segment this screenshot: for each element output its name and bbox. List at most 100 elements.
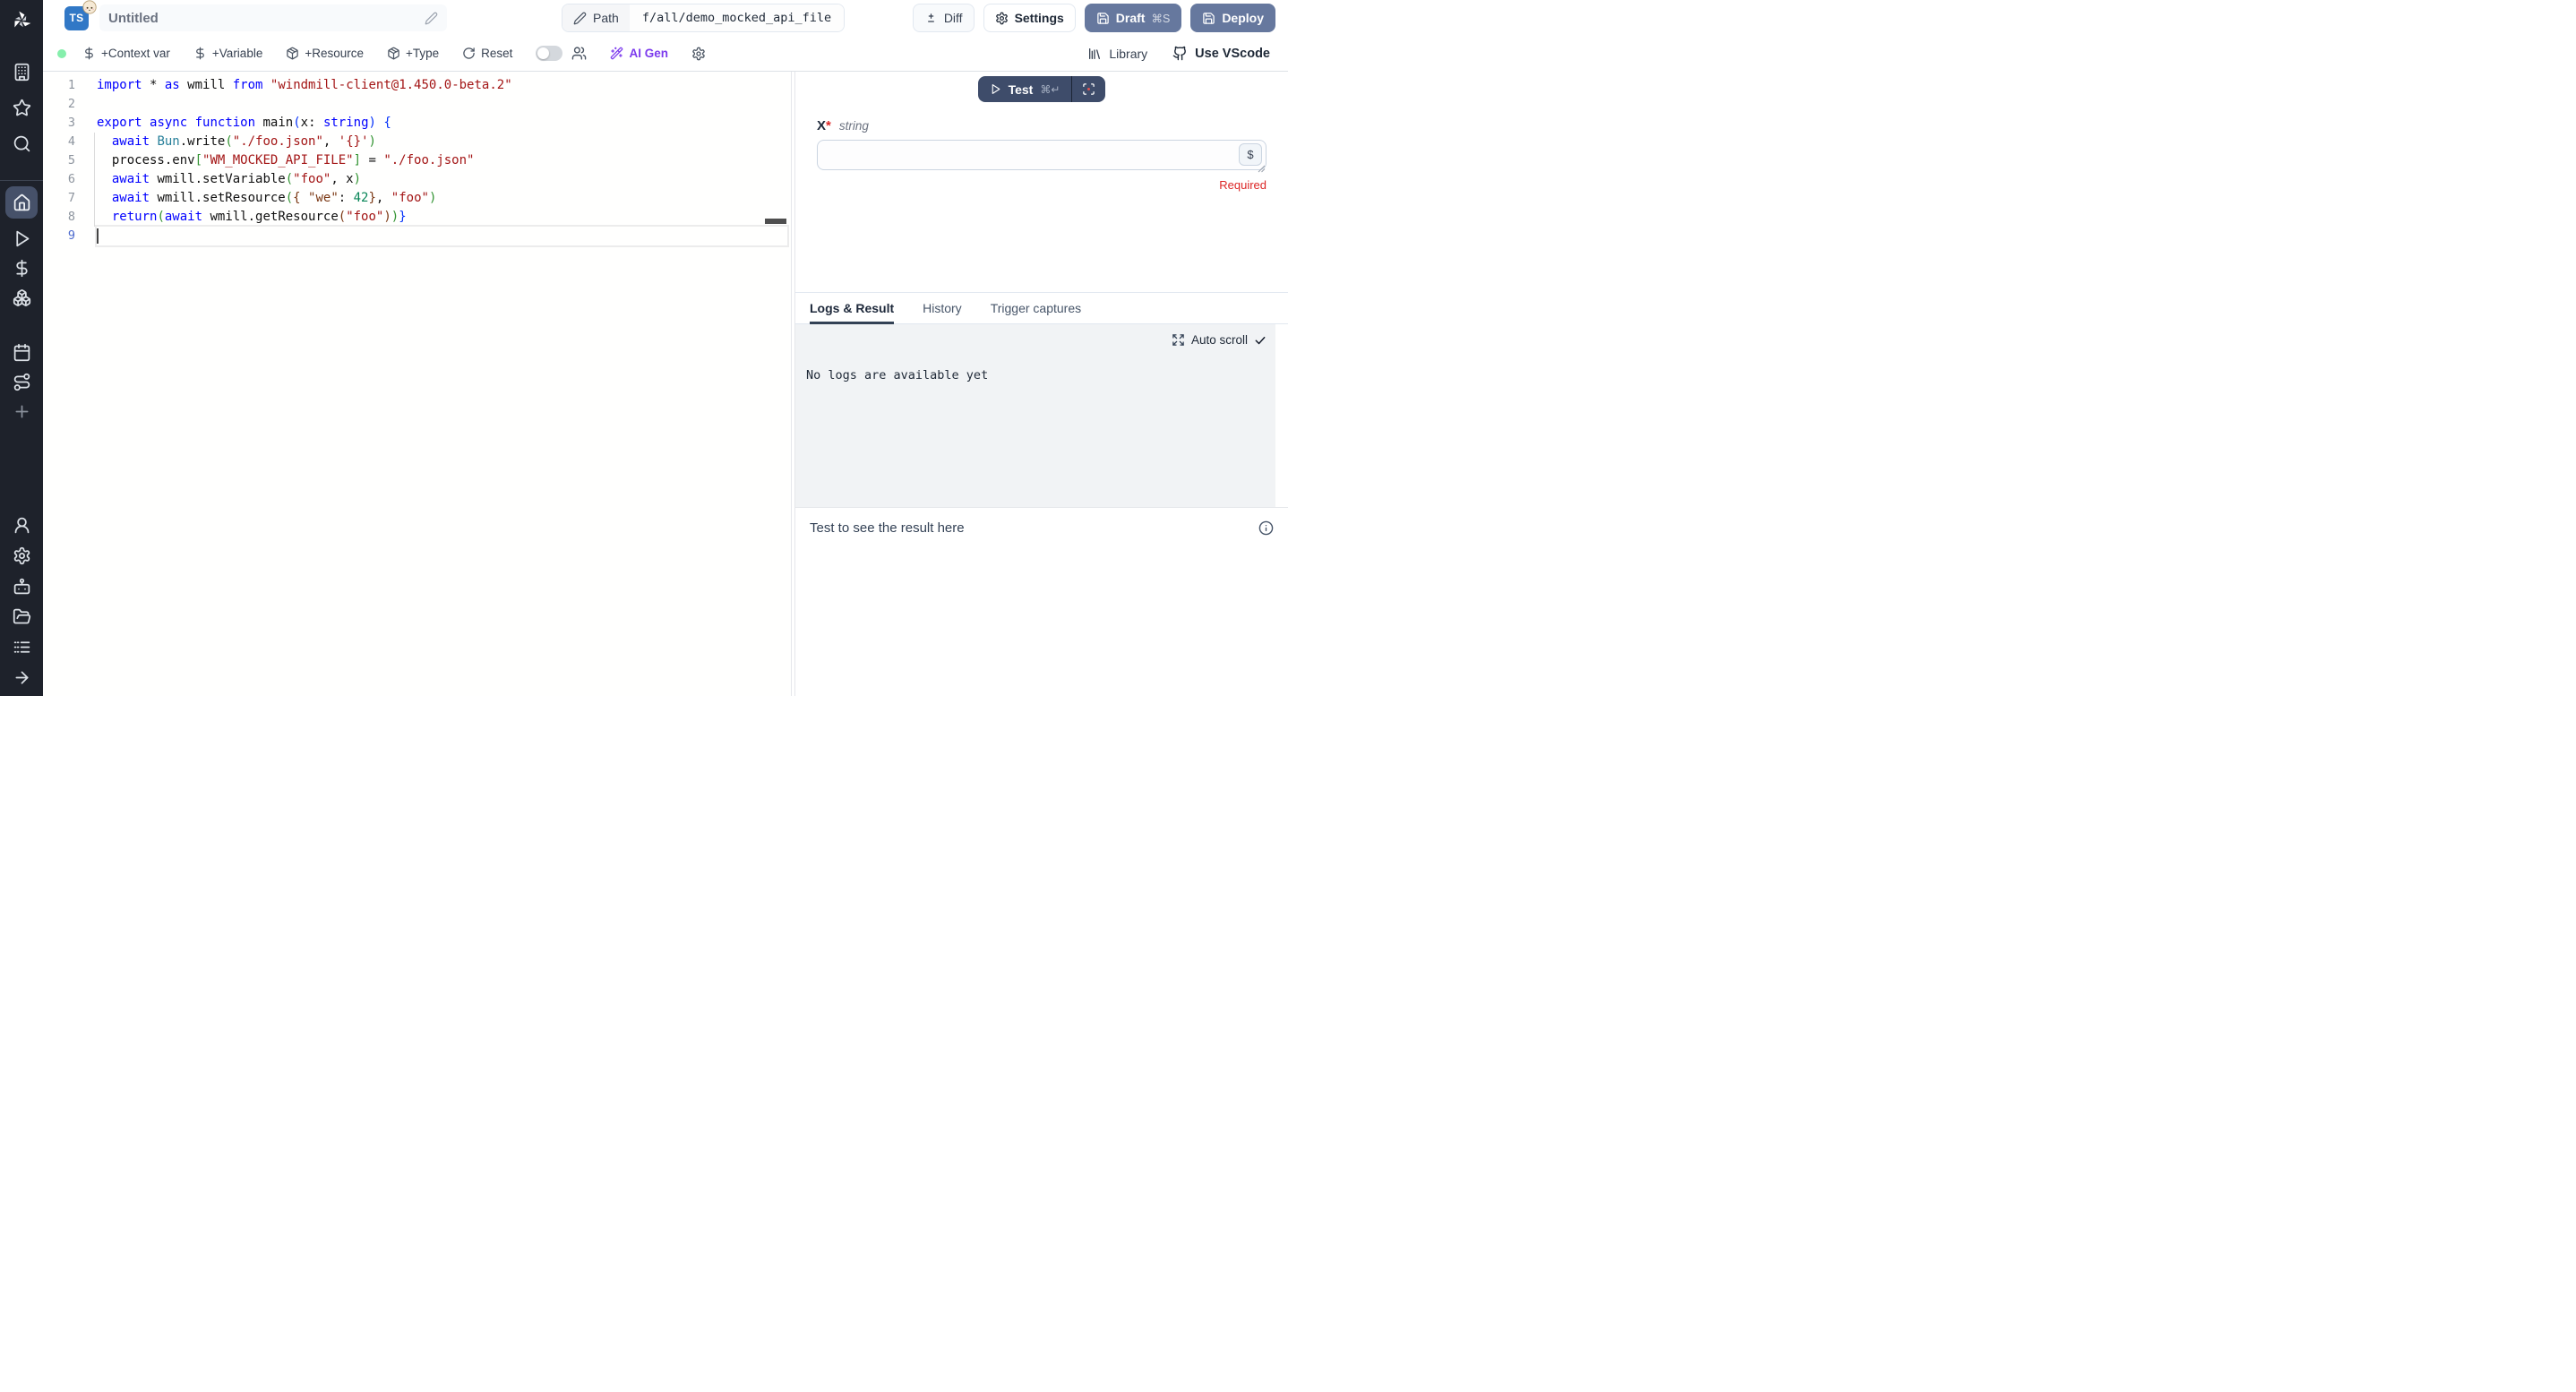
vscode-label: Use VScode	[1195, 47, 1270, 61]
argument-input-wrap: $	[817, 140, 1267, 175]
code-line[interactable]: await wmill.setResource({ "we": 42}, "fo…	[97, 189, 791, 208]
add-variable-button[interactable]: +Variable	[193, 47, 262, 60]
code-line[interactable]: process.env["WM_MOCKED_API_FILE"] = "./f…	[97, 151, 791, 170]
insert-variable-button[interactable]: $	[1239, 143, 1262, 166]
editor-code-lines[interactable]: import * as wmill from "windmill-client@…	[97, 76, 791, 245]
path-button[interactable]: Path f/all/demo_mocked_api_file	[562, 4, 845, 32]
calendar-icon[interactable]	[13, 343, 31, 362]
reset-button[interactable]: Reset	[462, 47, 512, 60]
test-section: Test ⌘↵ X * string	[795, 72, 1288, 292]
right-panel: Test ⌘↵ X * string	[794, 72, 1288, 696]
line-number: 4	[43, 133, 75, 151]
scan-capture-icon	[1082, 82, 1095, 96]
folder-open-icon[interactable]	[13, 607, 31, 626]
auto-scroll-toggle[interactable]: Auto scroll	[795, 324, 1275, 347]
line-number: 9	[43, 227, 75, 245]
save-icon	[1202, 12, 1215, 25]
online-status-dot	[57, 49, 66, 58]
tab-history[interactable]: History	[923, 293, 962, 323]
code-editor[interactable]: 123456789 import * as wmill from "windmi…	[43, 72, 792, 696]
draft-button[interactable]: Draft ⌘S	[1085, 4, 1182, 32]
star-icon[interactable]	[13, 99, 31, 117]
main-area: TS Untitled Path f/all/demo_mocked_api_f…	[43, 0, 1288, 696]
script-title: Untitled	[108, 11, 159, 26]
resize-handle[interactable]	[1258, 165, 1266, 173]
indent-guide	[94, 133, 95, 227]
code-line[interactable]: import * as wmill from "windmill-client@…	[97, 76, 791, 95]
arrow-right-icon[interactable]	[13, 668, 31, 687]
required-star: *	[826, 118, 831, 133]
multiplayer-users-button[interactable]	[571, 46, 587, 61]
sidebar-item-home[interactable]	[5, 186, 38, 219]
play-icon[interactable]	[13, 229, 31, 248]
ai-gen-button[interactable]: AI Gen	[610, 47, 668, 60]
editor-toolbar: +Context var +Variable +Resource +Type R…	[43, 36, 1288, 72]
windmill-script-editor: TS Untitled Path f/all/demo_mocked_api_f…	[0, 0, 1288, 696]
result-placeholder: Test to see the result here	[810, 520, 965, 536]
multiplayer-toggle[interactable]	[536, 46, 562, 61]
sidebar-top-group	[13, 63, 31, 153]
diff-button[interactable]: Diff	[913, 4, 975, 32]
line-number: 8	[43, 208, 75, 227]
toggle-knob	[537, 47, 549, 59]
arg-x-input[interactable]	[817, 140, 1267, 170]
reset-label: Reset	[481, 47, 512, 60]
add-context-var-button[interactable]: +Context var	[82, 47, 170, 60]
code-line[interactable]: await wmill.setVariable("foo", x)	[97, 170, 791, 189]
code-line[interactable]	[97, 227, 791, 245]
robot-icon[interactable]	[13, 577, 31, 596]
variable-label: +Variable	[212, 47, 262, 60]
library-button[interactable]: Library	[1087, 47, 1147, 61]
overview-ruler-mark	[765, 219, 786, 224]
building-icon[interactable]	[13, 63, 31, 82]
library-label: Library	[1109, 47, 1147, 61]
path-value: f/all/demo_mocked_api_file	[630, 4, 844, 31]
sidebar-bottom-group	[13, 516, 31, 696]
result-pane: Test to see the result here	[795, 507, 1288, 696]
deploy-label: Deploy	[1222, 11, 1264, 25]
search-icon[interactable]	[13, 134, 31, 153]
boxes-icon[interactable]	[13, 288, 31, 307]
script-title-input[interactable]: Untitled	[99, 4, 447, 31]
resource-label: +Resource	[305, 47, 364, 60]
code-line[interactable]: return(await wmill.getResource("foo"))}	[97, 208, 791, 227]
tab-logs-result[interactable]: Logs & Result	[810, 293, 894, 323]
logs-empty-message: No logs are available yet	[806, 368, 1275, 382]
user-icon[interactable]	[13, 516, 31, 535]
capture-button[interactable]	[1072, 76, 1105, 102]
line-number: 5	[43, 151, 75, 170]
editor-settings-button[interactable]	[691, 47, 706, 61]
dollar-icon[interactable]	[13, 259, 31, 278]
settings-button[interactable]: Settings	[983, 4, 1076, 32]
plus-icon[interactable]	[13, 402, 31, 421]
type-label: +Type	[406, 47, 439, 60]
gear-icon	[691, 47, 706, 61]
tab-trigger-captures[interactable]: Trigger captures	[991, 293, 1081, 323]
code-line[interactable]: export async function main(x: string) {	[97, 114, 791, 133]
line-number: 2	[43, 95, 75, 114]
add-type-button[interactable]: +Type	[387, 47, 439, 60]
sidebar-nav-group	[5, 186, 38, 421]
required-hint: Required	[817, 178, 1267, 192]
code-line[interactable]: await Bun.write("./foo.json", '{}')	[97, 133, 791, 151]
route-icon[interactable]	[13, 373, 31, 391]
dollar-icon	[193, 47, 207, 60]
ai-gen-label: AI Gen	[629, 47, 668, 60]
audit-list-icon[interactable]	[13, 638, 31, 657]
line-number: 6	[43, 170, 75, 189]
pencil-icon	[573, 12, 587, 25]
windmill-logo-icon[interactable]	[0, 0, 43, 41]
add-resource-button[interactable]: +Resource	[286, 47, 364, 60]
title-bar: TS Untitled Path f/all/demo_mocked_api_f…	[43, 0, 1288, 36]
gear-icon[interactable]	[13, 546, 31, 565]
line-number: 7	[43, 189, 75, 208]
left-sidebar	[0, 0, 43, 696]
code-line[interactable]	[97, 95, 791, 114]
line-number: 1	[43, 76, 75, 95]
deploy-button[interactable]: Deploy	[1190, 4, 1275, 32]
use-vscode-button[interactable]: Use VScode	[1172, 46, 1270, 61]
test-button[interactable]: Test ⌘↵	[978, 76, 1072, 102]
magic-wand-icon	[610, 47, 623, 60]
gear-icon	[995, 12, 1009, 25]
info-icon[interactable]	[1258, 520, 1274, 536]
